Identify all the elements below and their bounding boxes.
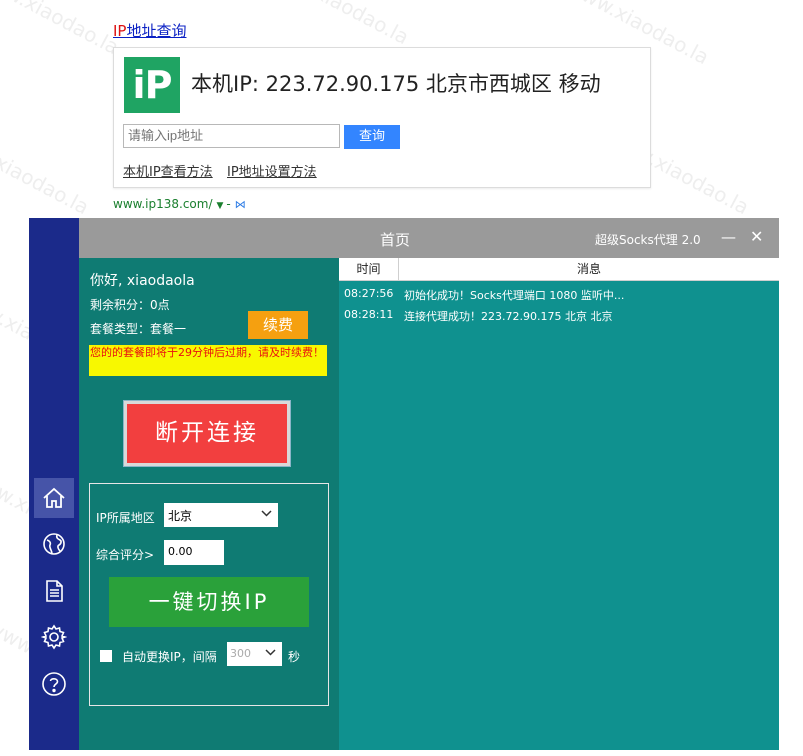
switch-ip-button[interactable]: 一键切换IP — [109, 577, 309, 627]
score-value: 0.00 — [168, 545, 193, 558]
help-link-local-ip[interactable]: 本机IP查看方法 — [123, 161, 213, 180]
socks-proxy-window: 首页 超级Socks代理 2.0 — ✕ 你好, xiaodaola 剩余积分：… — [29, 218, 779, 750]
dropdown-arrow-icon[interactable]: ▼ — [217, 201, 224, 211]
app-name: 超级Socks代理 2.0 — [595, 233, 701, 247]
gear-icon — [41, 624, 67, 650]
url-separator: - — [226, 197, 231, 211]
renew-button[interactable]: 续费 — [248, 311, 308, 339]
minimize-button[interactable]: — — [721, 228, 736, 246]
globe-icon — [43, 533, 65, 555]
nav-document[interactable] — [34, 571, 74, 611]
disconnect-button[interactable]: 断开连接 — [124, 401, 290, 466]
document-icon — [46, 580, 63, 602]
home-icon — [43, 487, 65, 508]
region-value: 北京 — [168, 509, 193, 523]
score-input[interactable]: 0.00 — [164, 540, 224, 565]
ip-title-prefix: IP — [113, 22, 127, 40]
log-message: 连接代理成功！223.72.90.175 北京 北京 — [404, 310, 613, 323]
ip-title-rest: 地址查询 — [126, 22, 187, 40]
nav-globe[interactable] — [34, 524, 74, 564]
help-icon — [42, 672, 66, 696]
ip-result-text: 本机IP: 223.72.90.175 北京市西城区 移动 — [191, 72, 601, 96]
auto-switch-label: 自动更换IP，间隔 — [122, 650, 217, 664]
watermark-text: www.xiaodao.la — [263, 0, 413, 50]
region-label: IP所属地区 — [96, 511, 155, 525]
ip138-logo: iP — [124, 57, 180, 113]
ip-query-title-link[interactable]: IP地址查询 — [113, 20, 187, 41]
greeting: 你好, xiaodaola — [90, 273, 195, 289]
help-link-ip-setting[interactable]: IP地址设置方法 — [227, 161, 317, 180]
interval-value: 300 — [230, 647, 251, 660]
nav-home[interactable] — [34, 478, 74, 518]
chevron-down-icon — [261, 510, 272, 517]
score-label: 综合评分> — [96, 548, 155, 562]
account-panel: 你好, xiaodaola 剩余积分：0点 套餐类型：套餐一 续费 您的的套餐即… — [79, 258, 339, 750]
watermark-text: www.xiaodao.la — [0, 124, 93, 220]
window-title: 首页 — [380, 231, 411, 249]
bow-icon: ⋈ — [234, 198, 246, 211]
log-time: 08:28:11 — [344, 308, 394, 321]
nav-help[interactable] — [34, 664, 74, 704]
column-header-time[interactable]: 时间 — [339, 258, 399, 280]
close-button[interactable]: ✕ — [750, 227, 763, 246]
log-header: 时间 消息 — [339, 258, 779, 281]
interval-select[interactable]: 300 — [227, 642, 282, 666]
nav-settings[interactable] — [34, 617, 74, 657]
plan-text: 套餐类型：套餐一 — [90, 322, 187, 336]
log-time: 08:27:56 — [344, 287, 394, 300]
switch-panel: IP所属地区 北京 综合评分> 0.00 一键切换IP 自动更换IP，间隔 30… — [89, 483, 329, 706]
auto-switch-checkbox[interactable] — [100, 650, 112, 662]
sidebar — [29, 218, 79, 750]
points-text: 剩余积分：0点 — [90, 298, 170, 312]
column-header-message[interactable]: 消息 — [399, 258, 779, 280]
ip-search-input[interactable] — [123, 124, 340, 148]
region-select[interactable]: 北京 — [164, 503, 278, 527]
watermark-text: www.xiaodao.la — [0, 0, 123, 60]
title-bar: 首页 超级Socks代理 2.0 — ✕ — [79, 218, 779, 258]
log-row[interactable]: 08:27:56 初始化成功！Socks代理端口 1080 监听中... — [344, 287, 774, 305]
ip-query-card: iP 本机IP: 223.72.90.175 北京市西城区 移动 查询 本机IP… — [113, 47, 651, 188]
query-button[interactable]: 查询 — [344, 125, 400, 149]
log-row[interactable]: 08:28:11 连接代理成功！223.72.90.175 北京 北京 — [344, 308, 774, 326]
source-url-line: www.ip138.com/ ▼ - ⋈ — [113, 197, 246, 211]
log-panel: 时间 消息 08:27:56 初始化成功！Socks代理端口 1080 监听中.… — [339, 258, 779, 750]
source-url[interactable]: www.ip138.com/ — [113, 197, 213, 211]
expiry-warning: 您的的套餐即将于29分钟后过期，请及时续费！ — [89, 345, 327, 376]
seconds-label: 秒 — [288, 650, 301, 664]
chevron-down-icon — [265, 649, 276, 656]
log-message: 初始化成功！Socks代理端口 1080 监听中... — [404, 289, 625, 302]
